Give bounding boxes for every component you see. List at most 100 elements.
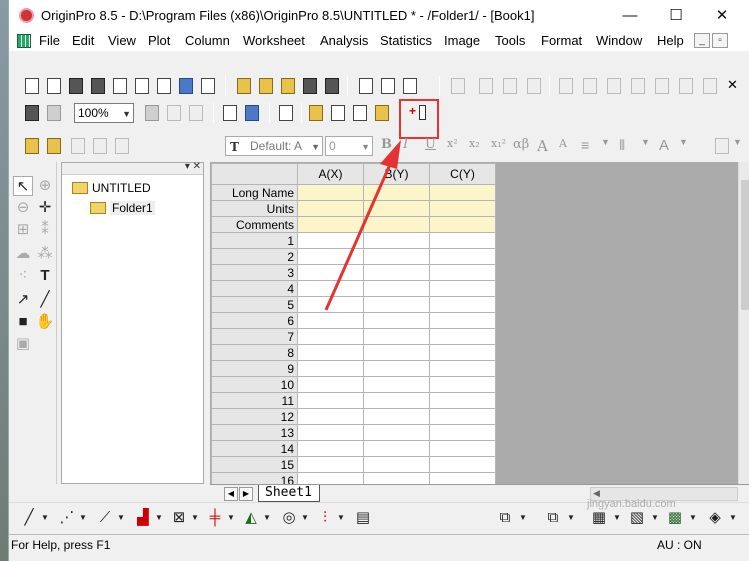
column-header-b[interactable]: B(Y) bbox=[363, 163, 430, 185]
image-plot-icon[interactable]: ▩ bbox=[665, 508, 685, 528]
increase-font-button[interactable]: A bbox=[537, 137, 548, 155]
greek-button[interactable]: αβ bbox=[513, 137, 529, 152]
chevron-down-icon[interactable]: ▼ bbox=[111, 508, 131, 528]
duplicate-icon[interactable] bbox=[23, 104, 41, 122]
cell[interactable] bbox=[363, 424, 430, 441]
scrollbar-thumb[interactable] bbox=[741, 180, 749, 310]
cell[interactable] bbox=[297, 232, 364, 249]
row-number[interactable]: 3 bbox=[211, 264, 298, 281]
layer-tool-1-icon[interactable] bbox=[477, 77, 495, 95]
chevron-down-icon[interactable]: ▼ bbox=[641, 137, 659, 155]
cell[interactable] bbox=[363, 296, 430, 313]
align-bottom-icon[interactable] bbox=[629, 77, 647, 95]
mask-icon[interactable] bbox=[113, 137, 131, 155]
insert-graph-tool-icon[interactable]: ▣ bbox=[13, 334, 33, 354]
close-button[interactable]: ✕ bbox=[699, 3, 745, 29]
menu-image[interactable]: Image bbox=[444, 33, 480, 48]
chevron-down-icon[interactable]: ▼ bbox=[149, 508, 169, 528]
column-header-c[interactable]: C(Y) bbox=[429, 163, 496, 185]
save-project-icon[interactable] bbox=[301, 77, 319, 95]
cell[interactable] bbox=[429, 344, 496, 361]
scale-tool-icon[interactable]: ⊞ bbox=[13, 220, 33, 240]
decrease-font-button[interactable]: A bbox=[559, 137, 567, 150]
align-right-icon[interactable] bbox=[581, 77, 599, 95]
chevron-down-icon[interactable]: ▼ bbox=[733, 137, 749, 155]
supersubscript-button[interactable]: x₁² bbox=[491, 137, 506, 150]
cell[interactable] bbox=[363, 360, 430, 377]
new-graph-icon[interactable] bbox=[89, 77, 107, 95]
chevron-down-icon[interactable]: ▼ bbox=[331, 508, 351, 528]
open-excel-icon[interactable] bbox=[279, 77, 297, 95]
font-color-icon[interactable]: A bbox=[659, 137, 677, 155]
row-number[interactable]: 15 bbox=[211, 456, 298, 473]
open-template-icon[interactable] bbox=[257, 77, 275, 95]
3d-bars-icon[interactable]: ▦ bbox=[589, 508, 609, 528]
row-header-units[interactable]: Units bbox=[211, 200, 298, 217]
row-number[interactable]: 1 bbox=[211, 232, 298, 249]
cell[interactable] bbox=[429, 248, 496, 265]
menu-file[interactable]: File bbox=[39, 33, 60, 48]
cell[interactable] bbox=[297, 392, 364, 409]
cell[interactable] bbox=[429, 232, 496, 249]
screen-reader-tool-icon[interactable]: ✛ bbox=[35, 198, 55, 218]
chevron-down-icon[interactable]: ▼ bbox=[601, 137, 619, 155]
new-excel-icon[interactable] bbox=[67, 77, 85, 95]
row-number[interactable]: 10 bbox=[211, 376, 298, 393]
chevron-down-icon[interactable]: ▼ bbox=[185, 508, 205, 528]
menu-analysis[interactable]: Analysis bbox=[320, 33, 368, 48]
contour-plot-icon[interactable]: ▧ bbox=[627, 508, 647, 528]
layer-tool-3-icon[interactable] bbox=[525, 77, 543, 95]
row-number[interactable]: 9 bbox=[211, 360, 298, 377]
mdi-minimize-icon[interactable]: _ bbox=[694, 33, 710, 48]
import-wizard-icon[interactable] bbox=[357, 77, 375, 95]
cell[interactable] bbox=[363, 408, 430, 425]
cell[interactable] bbox=[429, 456, 496, 473]
row-number[interactable]: 14 bbox=[211, 440, 298, 457]
chevron-down-icon[interactable]: ▼ bbox=[683, 508, 703, 528]
cell[interactable] bbox=[429, 376, 496, 393]
chevron-down-icon[interactable]: ▼ bbox=[513, 508, 533, 528]
layer-tool-2-icon[interactable] bbox=[501, 77, 519, 95]
fill-color-icon[interactable] bbox=[713, 137, 731, 155]
data-reader-tool-icon[interactable]: ⁑ bbox=[35, 220, 55, 240]
arrow-tool-icon[interactable]: ↗ bbox=[13, 290, 33, 310]
refresh-icon[interactable] bbox=[45, 104, 63, 122]
chevron-down-icon[interactable]: ▼ bbox=[723, 508, 743, 528]
zoom-out-tool-icon[interactable]: ⊖ bbox=[13, 198, 33, 218]
project-explorer-icon[interactable] bbox=[277, 104, 295, 122]
menu-tools[interactable]: Tools bbox=[495, 33, 525, 48]
slideshow-icon[interactable] bbox=[165, 104, 183, 122]
row-number[interactable]: 11 bbox=[211, 392, 298, 409]
cell[interactable] bbox=[297, 184, 364, 201]
chevron-down-icon[interactable]: ▼ bbox=[73, 508, 93, 528]
row-header-long-name[interactable]: Long Name bbox=[211, 184, 298, 201]
line-tool-icon[interactable]: ╱ bbox=[35, 290, 55, 310]
mdi-restore-icon[interactable]: ▫ bbox=[712, 33, 728, 48]
cell[interactable] bbox=[297, 472, 364, 484]
menu-format[interactable]: Format bbox=[541, 33, 582, 48]
font-select[interactable]: T Default: A ▼ bbox=[225, 136, 323, 156]
zoom-select[interactable]: 100% ▼ bbox=[74, 103, 134, 123]
row-number[interactable]: 2 bbox=[211, 248, 298, 265]
row-number[interactable]: 6 bbox=[211, 312, 298, 329]
explorer-close-icon[interactable]: ▾ ✕ bbox=[185, 161, 201, 172]
tree-item-folder1[interactable]: Folder1 bbox=[110, 201, 155, 215]
text-tool-icon[interactable]: T bbox=[35, 266, 55, 286]
tree-root-untitled[interactable]: UNTITLED bbox=[92, 181, 151, 195]
new-project-icon[interactable] bbox=[23, 77, 41, 95]
cell[interactable] bbox=[363, 280, 430, 297]
menu-column[interactable]: Column bbox=[185, 33, 230, 48]
chevron-down-icon[interactable]: ▼ bbox=[35, 508, 55, 528]
pin-icon[interactable] bbox=[69, 137, 87, 155]
cell[interactable] bbox=[363, 456, 430, 473]
align-center-icon[interactable] bbox=[653, 77, 671, 95]
cell[interactable] bbox=[363, 200, 430, 217]
chevron-down-icon[interactable]: ▼ bbox=[607, 508, 627, 528]
cell[interactable] bbox=[297, 216, 364, 233]
tab-sheet1[interactable]: Sheet1 bbox=[258, 485, 320, 502]
underline-button[interactable]: U bbox=[425, 137, 436, 152]
results-log-icon[interactable] bbox=[243, 104, 261, 122]
new-workbook-icon[interactable] bbox=[45, 77, 63, 95]
template-library-icon[interactable]: ▤ bbox=[353, 508, 373, 528]
cell[interactable] bbox=[297, 344, 364, 361]
